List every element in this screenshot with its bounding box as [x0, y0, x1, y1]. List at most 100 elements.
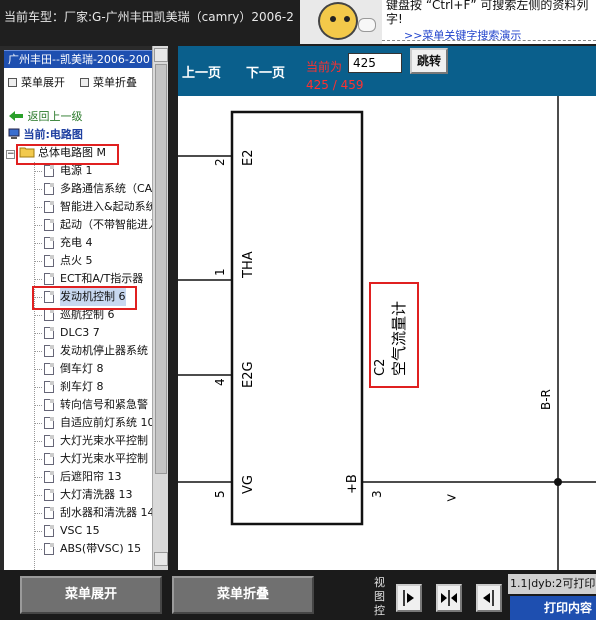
circuit-diagram: 2 1 4 5 3 E2 THA E2G VG +B > B-R C2 空气流量… — [178, 96, 596, 570]
tree-item-label: 自适应前灯系统 10 — [60, 416, 155, 429]
pin-name-vg: VG — [241, 475, 256, 494]
highlight-box-item — [32, 286, 137, 310]
component-name: 空气流量计 — [390, 301, 408, 376]
tip-line-1: 键盘按 “Ctrl+F” 可搜索左侧的资料列 — [386, 0, 589, 12]
top-bar: 当前车型：厂家:G-广州丰田凯美瑞（camry）2006-2 键盘按 “Ctrl… — [0, 0, 596, 46]
jump-button[interactable]: 跳转 — [410, 48, 448, 74]
page-number-input[interactable]: 425 — [348, 53, 402, 73]
document-icon — [44, 435, 54, 447]
left-panel: 广州丰田--凯美瑞-2006-200 菜单展开 菜单折叠 返回上一级 当前:电路… — [0, 46, 168, 604]
page-count: 425 / 459 — [306, 78, 364, 92]
print-button[interactable]: 打印内容 — [510, 596, 596, 620]
pin-num-2: 1 — [213, 268, 227, 276]
tree-item-label: 转向信号和紧急警 — [60, 398, 148, 411]
document-icon — [44, 345, 54, 357]
pc-icon — [8, 128, 20, 139]
tree-item-label: 发动机停止器系统 — [60, 344, 148, 357]
status-text: 1.1|dyb:2可打印 — [508, 574, 596, 594]
back-link[interactable]: 返回上一级 — [8, 108, 83, 126]
tree-item-label: 大灯光束水平控制 — [60, 434, 148, 447]
menu-tree: 返回上一级 当前:电路图 − 总体电路图 M 电源 1 多路通信系统（CA 智能进入… — [4, 104, 156, 604]
tree-item-label: 智能进入&起动系统 — [60, 200, 156, 213]
arrow-right-icon — [403, 590, 414, 606]
view-control-label: 视图控 — [374, 576, 385, 617]
document-icon — [44, 471, 54, 483]
document-icon — [44, 183, 54, 195]
expand-icon — [8, 78, 17, 87]
car-type-label: 当前车型：厂家:G-广州丰田凯美瑞（camry）2006-2 — [4, 10, 294, 24]
junction-dot — [554, 478, 562, 486]
tree-item-label: 起动（不带智能进入 — [60, 218, 156, 231]
document-icon — [44, 327, 54, 339]
tree-item-label: 刹车灯 8 — [60, 380, 104, 393]
tree-item-label: ABS(带VSC) 15 — [60, 542, 142, 555]
collapse-icon — [80, 78, 89, 87]
document-icon — [44, 489, 54, 501]
document-icon — [44, 201, 54, 213]
next-page-link[interactable]: 下一页 — [246, 62, 285, 81]
tree-item-label: VSC 15 — [60, 524, 100, 537]
document-icon — [44, 309, 54, 321]
tree-item-label: 大灯清洗器 13 — [60, 488, 133, 501]
tree-item-label: DLC3 7 — [60, 326, 100, 339]
tree-item-label: 充电 4 — [60, 236, 93, 249]
tree-toolbar: 菜单展开 菜单折叠 — [4, 68, 156, 104]
collapse-toggle-icon[interactable]: − — [6, 150, 15, 159]
mascot-icon — [300, 0, 382, 44]
arrow-left-icon — [483, 590, 494, 606]
document-icon — [44, 507, 54, 519]
panel-divider[interactable] — [168, 46, 178, 570]
menu-expand-button[interactable]: 菜单展开 — [20, 576, 162, 614]
component-box — [230, 110, 364, 526]
view-center-button[interactable] — [436, 584, 462, 612]
scroll-thumb[interactable] — [155, 64, 167, 474]
tree-expand-button[interactable]: 菜单展开 — [8, 74, 65, 90]
pin-name-b: +B — [345, 474, 360, 494]
document-icon — [44, 363, 54, 375]
prev-page-link[interactable]: 上一页 — [182, 62, 221, 81]
wire-color-label: B-R — [539, 389, 553, 410]
tree-item-label: 多路通信系统（CA — [60, 182, 153, 195]
document-icon — [44, 273, 54, 285]
view-left-button[interactable] — [476, 584, 502, 612]
document-icon — [44, 219, 54, 231]
circuit-svg: 2 1 4 5 3 E2 THA E2G VG +B > B-R C2 空气流量… — [178, 96, 596, 570]
pin-name-tha: THA — [241, 251, 256, 279]
document-icon — [44, 399, 54, 411]
page-nav: 上一页 下一页 当前为 425 跳转 425 / 459 — [178, 46, 596, 96]
tree-item-label: 后遮阳帘 13 — [60, 470, 122, 483]
document-icon — [44, 543, 54, 555]
current-page-label: 当前为 — [306, 60, 343, 74]
highlight-box-root — [16, 144, 119, 165]
document-icon — [44, 525, 54, 537]
scroll-up-icon[interactable] — [154, 48, 168, 62]
panel-title: 广州丰田--凯美瑞-2006-200 — [4, 50, 156, 68]
document-icon — [44, 453, 54, 465]
arrows-center-icon — [441, 590, 457, 606]
view-right-button[interactable] — [396, 584, 422, 612]
current-location: 当前:电路图 — [8, 126, 83, 144]
tree-item-label: 大灯光束水平控制 — [60, 452, 148, 465]
tree-collapse-button[interactable]: 菜单折叠 — [80, 74, 137, 90]
scroll-down-icon[interactable] — [154, 552, 168, 566]
pin-name-e2: E2 — [241, 150, 256, 167]
document-icon — [44, 165, 54, 177]
connector-id: C2 — [373, 359, 388, 376]
pin-num-4: 5 — [213, 490, 227, 498]
document-icon — [44, 237, 54, 249]
tip-line-2: 字! — [386, 12, 403, 26]
tree-item-label: 点火 5 — [60, 254, 93, 267]
document-icon — [44, 381, 54, 393]
pin-name-e2g: E2G — [241, 361, 256, 388]
tree-item-label: 刮水器和清洗器 14 — [60, 506, 155, 519]
menu-collapse-button[interactable]: 菜单折叠 — [172, 576, 314, 614]
tree-scrollbar[interactable] — [152, 46, 168, 570]
bottom-bar: 菜单展开 菜单折叠 视图控 1.1|dyb:2可打印 打印内容 — [0, 570, 596, 620]
pin-num-3: 4 — [213, 378, 227, 386]
document-icon — [44, 255, 54, 267]
tree-item-label: 倒车灯 8 — [60, 362, 104, 375]
back-arrow-icon — [9, 111, 23, 121]
document-icon — [44, 417, 54, 429]
search-tip-panel: 键盘按 “Ctrl+F” 可搜索左侧的资料列 字! >>菜单关键字搜索演示 — [382, 0, 596, 44]
pin-num-5: 3 — [370, 490, 384, 498]
